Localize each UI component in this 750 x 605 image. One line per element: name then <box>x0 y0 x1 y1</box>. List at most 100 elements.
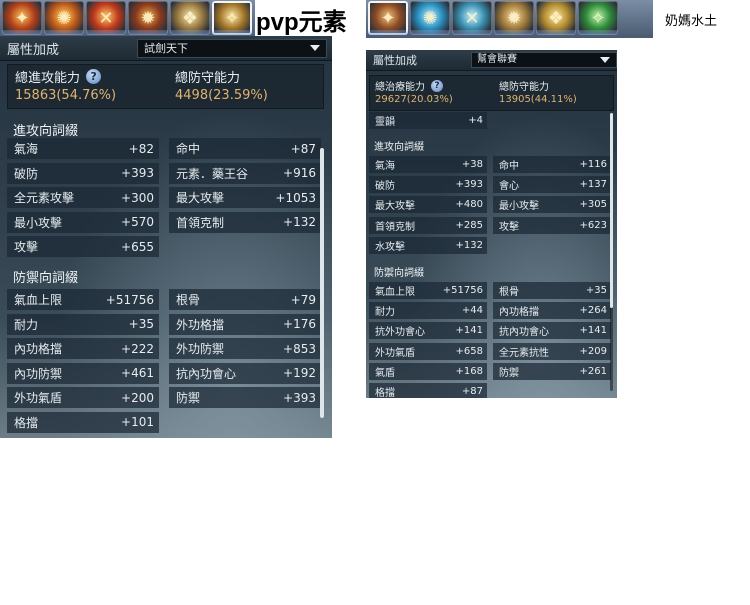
stat-value: +300 <box>121 190 154 205</box>
defense-value: 13905(44.11%) <box>499 94 577 105</box>
golden-star-icon[interactable]: ❖ <box>536 1 576 35</box>
stat-row: 命中 +116 <box>493 156 611 173</box>
attack-value: 15863(54.76%) <box>15 88 117 103</box>
chevron-down-icon <box>600 57 610 63</box>
stat-label: 會心 <box>499 181 519 193</box>
stat-label: 最小攻擊 <box>499 201 539 213</box>
stat-row: 最大攻擊 +480 <box>369 196 487 214</box>
stat-label: 最小攻擊 <box>14 215 63 230</box>
mode-dropdown[interactable]: 試劍天下 <box>137 38 327 58</box>
stat-value: +261 <box>579 365 607 377</box>
heal-summary: 總治療能力 ? 29627(20.03%) <box>375 78 453 105</box>
stat-row: 首領克制 +132 <box>169 211 321 233</box>
stat-row: 格擋 +87 <box>369 383 487 398</box>
stat-label: 耐力 <box>14 317 39 332</box>
stat-value: +393 <box>121 166 154 180</box>
dropdown-value: 試劍天下 <box>144 41 188 55</box>
stat-row: 攻擊 +623 <box>493 216 611 234</box>
secondary-title: 奶媽水土 <box>665 14 718 29</box>
scrollbar[interactable] <box>610 113 613 391</box>
fire-swirl-icon[interactable]: ✹ <box>128 1 168 35</box>
scroll-thumb[interactable] <box>610 113 613 308</box>
stat-row: 防禦 +261 <box>493 362 611 380</box>
stat-value: +393 <box>455 179 483 191</box>
stat-value: +655 <box>121 239 154 254</box>
stat-label: 氣海 <box>14 142 39 156</box>
help-icon[interactable]: ? <box>431 79 443 92</box>
stat-row: 耐力 +35 <box>7 313 159 335</box>
stat-row: 外功氣盾 +658 <box>369 342 487 360</box>
stat-label: 外功氣盾 <box>14 391 63 405</box>
stat-row: 內功防禦 +461 <box>7 362 159 384</box>
fire-orb-icon[interactable]: ✦ <box>2 1 42 35</box>
attack-section-title: 進攻向詞綴 <box>374 142 424 153</box>
attack-title: 總進攻能力 <box>15 71 81 86</box>
stat-label: 水攻擊 <box>375 241 405 253</box>
stat-value: +393 <box>283 390 316 405</box>
stat-row: 水攻擊 +132 <box>369 236 487 254</box>
stat-value: +200 <box>121 390 154 405</box>
stat-label: 氣盾 <box>375 367 395 379</box>
earth-ring-icon[interactable]: ✹ <box>494 1 534 35</box>
fire-sigil-icon[interactable]: ✦ <box>368 1 408 35</box>
stat-label: 靈韻 <box>375 117 395 128</box>
stat-value: +51756 <box>105 292 154 307</box>
flame-burst-icon[interactable]: ✺ <box>44 1 84 35</box>
mode-dropdown[interactable]: 幫會聯賽 <box>471 52 617 68</box>
help-icon[interactable]: ? <box>86 69 102 84</box>
left-attribute-panel: 屬性加成 試劍天下 總進攻能力 ? 15863(54.76%) 總防守能力 44… <box>0 36 332 438</box>
stat-row: 外功防禦 +853 <box>169 338 321 359</box>
header-label: 屬性加成 <box>373 54 417 67</box>
stat-value: +137 <box>579 179 607 191</box>
stat-label: 全元素抗性 <box>499 347 549 359</box>
defense-value: 4498(23.59%) <box>175 88 268 103</box>
stat-label: 根骨 <box>176 293 201 307</box>
stat-value: +264 <box>579 305 607 317</box>
fire-cross-icon[interactable]: ✕ <box>86 1 126 35</box>
stat-value: +35 <box>128 317 154 331</box>
stat-row: 氣海 +82 <box>7 138 159 159</box>
stat-row: 破防 +393 <box>369 176 487 194</box>
page-title: pvp元素 <box>256 9 347 36</box>
stat-value: +132 <box>283 215 316 229</box>
stat-label: 首領克制 <box>375 221 415 233</box>
stat-label: 最大攻擊 <box>375 201 415 213</box>
stat-row: 最大攻擊 +1053 <box>169 187 321 208</box>
water-ring-icon[interactable]: ✕ <box>452 1 492 35</box>
stat-row: 全元素攻擊 +300 <box>7 187 159 208</box>
stat-label: 元素．藥王谷 <box>176 166 249 181</box>
stat-label: 攻擊 <box>499 221 519 233</box>
stat-value: +87 <box>290 141 316 156</box>
stat-value: +51756 <box>442 285 483 296</box>
stat-label: 破防 <box>14 166 39 181</box>
stat-label: 命中 <box>176 142 201 156</box>
attack-summary: 總進攻能力 ? 15863(54.76%) <box>15 67 116 103</box>
header-label: 屬性加成 <box>7 42 60 58</box>
stat-label: 外功格擋 <box>176 317 225 332</box>
stat-value: +79 <box>290 292 316 307</box>
stat-row: 最小攻擊 +570 <box>7 211 159 233</box>
stat-value: +35 <box>585 285 607 296</box>
stat-label: 內功格擋 <box>499 307 539 319</box>
stat-row: 破防 +393 <box>7 162 159 184</box>
water-vortex-icon[interactable]: ✺ <box>410 1 450 35</box>
golden-wing-icon[interactable]: ❖ <box>170 1 210 35</box>
stat-value: +141 <box>579 325 607 337</box>
scrollbar[interactable] <box>320 148 324 418</box>
scroll-thumb[interactable] <box>320 148 324 418</box>
stat-label: 氣血上限 <box>375 287 415 298</box>
nature-orb-icon[interactable]: ✧ <box>578 1 618 35</box>
stat-value: +116 <box>579 159 607 170</box>
stat-value: +480 <box>455 199 483 211</box>
stat-row: 格擋 +101 <box>7 411 159 433</box>
stat-label: 抗外功會心 <box>375 327 425 339</box>
stat-label: 氣血上限 <box>14 293 63 307</box>
stat-label: 耐力 <box>375 307 395 319</box>
dropdown-value: 幫會聯賽 <box>477 54 517 65</box>
panel-header: 屬性加成 試劍天下 <box>0 36 332 61</box>
stat-label: 首領克制 <box>176 215 225 230</box>
stat-label: 格擋 <box>375 388 395 398</box>
defense-summary: 總防守能力 4498(23.59%) <box>175 67 268 103</box>
stat-label: 內功防禦 <box>14 366 63 381</box>
golden-dragon-icon[interactable]: ✧ <box>212 1 252 35</box>
